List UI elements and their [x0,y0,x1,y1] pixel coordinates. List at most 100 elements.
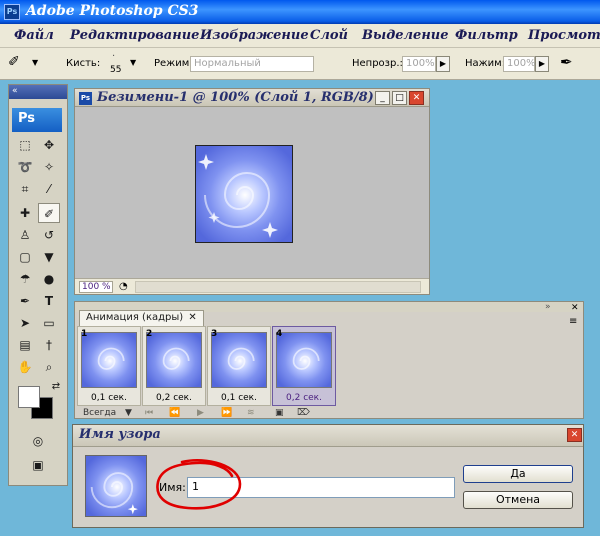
options-bar: ✐ ▼ Кисть: · 55 ▼ Режим: Нормальный Непр… [0,48,600,80]
quick-mask-icon[interactable]: ◎ [27,431,49,451]
blur-tool-icon[interactable]: ☂ [14,269,36,289]
brush-tool-icon[interactable]: ✐ [8,54,20,70]
frame-delay[interactable]: 0,1 сек. [208,393,270,403]
opacity-slider-arrow-icon[interactable]: ▶ [436,56,450,72]
history-brush-tool-icon[interactable]: ↺ [38,225,60,245]
type-tool-icon[interactable]: T [38,291,60,311]
shape-tool-icon[interactable]: ▭ [38,313,60,333]
mode-label: Режим: [154,58,193,69]
tool-preset-arrow-icon[interactable]: ▼ [32,58,38,67]
pen-tool-icon[interactable]: ✒ [14,291,36,311]
frame-number: 3 [211,329,218,339]
airbrush-icon[interactable]: ✒ [560,53,573,71]
screen-mode-icon[interactable]: ▣ [27,455,49,475]
notes-tool-icon[interactable]: ▤ [14,335,36,355]
animation-frame-selected[interactable]: 4 0,2 сек. [272,326,336,406]
previous-frame-icon[interactable]: ⏪ [169,408,180,418]
frame-thumbnail [81,332,137,388]
tween-icon[interactable]: ≋ [247,408,255,418]
pattern-name-input[interactable]: 1 [187,477,455,498]
brush-dot-icon: · [112,51,116,62]
move-tool-icon[interactable]: ✥ [38,135,60,155]
document-canvas[interactable] [195,145,293,243]
next-frame-icon[interactable]: ⏩ [221,408,232,418]
panel-menu-icon[interactable]: ≡ [569,316,577,327]
menu-edit[interactable]: Редактирование [70,28,199,43]
eyedropper-tool-icon[interactable]: † [38,335,60,355]
panel-close-icon[interactable]: ✕ [571,303,579,313]
tab-close-icon[interactable]: ✕ [188,312,196,323]
document-title-bar[interactable]: Ps Безимени-1 @ 100% (Слой 1, RGB/8) _ □… [75,89,429,107]
menu-file[interactable]: Файл [14,28,54,43]
frame-delay[interactable]: 0,2 сек. [273,393,335,403]
marquee-tool-icon[interactable]: ⬚ [14,135,36,155]
dialog-title-bar[interactable]: Имя узора ✕ [73,425,583,447]
toolbox-collapse-icon[interactable]: « [9,85,67,99]
frame-number: 4 [276,329,283,339]
foreground-color-swatch[interactable] [18,386,40,408]
close-icon[interactable]: ✕ [409,91,424,105]
tab-animation[interactable]: Анимация (кадры) ✕ [79,310,204,326]
menu-select[interactable]: Выделение [362,28,449,43]
pressure-input[interactable]: 100% [503,56,536,72]
frame-delay[interactable]: 0,1 сек. [78,393,140,403]
maximize-icon[interactable]: □ [392,91,407,105]
horizontal-scrollbar[interactable] [135,281,421,293]
loop-dropdown-icon: ▼ [125,408,132,418]
ok-button[interactable]: Да [463,465,573,483]
pattern-name-dialog: Имя узора ✕ Имя: 1 Да Отмена [72,424,584,528]
paint-bucket-tool-icon[interactable]: ▼ [38,247,60,267]
brush-size[interactable]: 55 [110,65,121,75]
zoom-tool-icon[interactable]: ⌕ [38,357,60,377]
stamp-tool-icon[interactable]: ♙ [14,225,36,245]
toolbox-panel: « Ps ⬚ ✥ ➰ ✧ ⌗ ⁄ ✚ ✐ ♙ ↺ ▢ ▼ ☂ ● ✒ T ➤ ▭… [8,84,68,486]
swap-colors-icon[interactable]: ⇄ [45,377,67,397]
delete-frame-icon[interactable]: ⌦ [297,408,310,418]
brush-label: Кисть: [66,58,101,69]
menu-image[interactable]: Изображение [200,28,309,43]
animation-frame[interactable]: 1 0,1 сек. [77,326,141,406]
menu-layer[interactable]: Слой [310,28,348,43]
path-selection-tool-icon[interactable]: ➤ [14,313,36,333]
frame-number: 2 [146,329,153,339]
first-frame-icon[interactable]: ⏮ [145,408,153,418]
opacity-input[interactable]: 100% [402,56,436,72]
duplicate-frame-icon[interactable]: ▣ [275,408,284,418]
pressure-slider-arrow-icon[interactable]: ▶ [535,56,549,72]
opacity-label: Непрозр.: [352,58,403,69]
cancel-button[interactable]: Отмена [463,491,573,509]
brush-tool-button-icon[interactable]: ✐ [38,203,60,223]
toolbox-logo: Ps [12,108,62,132]
loop-select[interactable]: Всегда ▼ [83,408,132,418]
lasso-tool-icon[interactable]: ➰ [14,157,36,177]
zoom-level[interactable]: 100 % [79,281,113,293]
healing-brush-tool-icon[interactable]: ✚ [14,203,36,223]
app-title: Adobe Photoshop CS3 [26,3,199,19]
frame-number: 1 [81,329,88,339]
dodge-tool-icon[interactable]: ● [38,269,60,289]
frame-thumbnail [211,332,267,388]
app-title-bar: Ps Adobe Photoshop CS3 [0,0,600,24]
panel-collapse-icon[interactable]: » [545,302,551,312]
tab-animation-label: Анимация (кадры) [86,312,184,323]
document-status-bar: 100 % ◔ [75,278,429,294]
slice-tool-icon[interactable]: ⁄ [38,179,60,199]
frame-delay[interactable]: 0,2 сек. [143,393,205,403]
document-ps-icon: Ps [79,92,92,105]
dialog-close-icon[interactable]: ✕ [567,428,582,442]
menu-filter[interactable]: Фильтр [455,28,518,43]
eraser-tool-icon[interactable]: ▢ [14,247,36,267]
hand-tool-icon[interactable]: ✋ [14,357,36,377]
crop-tool-icon[interactable]: ⌗ [14,179,36,199]
status-info-icon[interactable]: ◔ [119,281,128,292]
play-icon[interactable]: ▶ [197,408,204,418]
minimize-icon[interactable]: _ [375,91,390,105]
brush-picker-arrow-icon[interactable]: ▼ [130,58,136,67]
animation-frame[interactable]: 3 0,1 сек. [207,326,271,406]
name-label: Имя: [159,481,186,494]
animation-frame[interactable]: 2 0,2 сек. [142,326,206,406]
menu-view[interactable]: Просмотр [528,28,600,43]
mode-select[interactable]: Нормальный [190,56,314,72]
menu-bar: Файл Редактирование Изображение Слой Выд… [0,24,600,48]
magic-wand-tool-icon[interactable]: ✧ [38,157,60,177]
